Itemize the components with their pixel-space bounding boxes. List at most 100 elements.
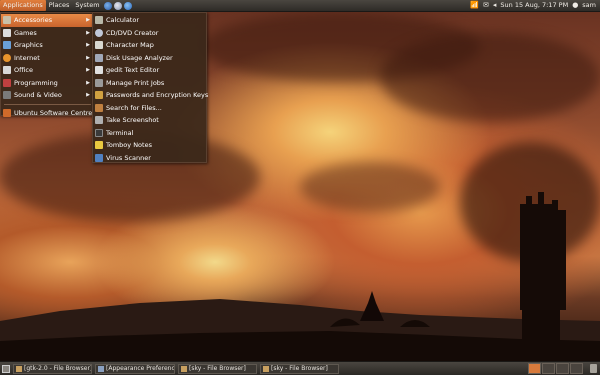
cd-dvd-creator-icon — [95, 28, 103, 37]
keys-icon — [95, 91, 103, 100]
menu-item-programming[interactable]: Programming ▶ — [1, 77, 94, 90]
folder-icon — [16, 365, 22, 372]
mountain-silhouette — [0, 281, 600, 361]
virus-scanner-icon — [95, 153, 103, 162]
screenshot-icon — [95, 116, 103, 125]
taskbar-button[interactable]: [sky - File Browser] — [178, 363, 257, 374]
workspace-1[interactable] — [528, 363, 541, 374]
menu-item-label: CD/DVD Creator — [106, 28, 159, 37]
submenu-arrow-icon: ▶ — [86, 29, 90, 36]
menu-item-character-map[interactable]: Character Map — [93, 39, 206, 52]
menu-separator — [4, 103, 91, 105]
top-panel: Applications Places System 📶 ✉ ◂ Sun 15 … — [0, 0, 600, 12]
menu-item-label: Accessories — [14, 16, 53, 25]
taskbar-button-label: [Appearance Preferenc...] — [106, 364, 175, 372]
menu-item-sound-video[interactable]: Sound & Video ▶ — [1, 89, 94, 102]
workspace-2[interactable] — [542, 363, 555, 374]
menu-item-virus-scanner[interactable]: Virus Scanner — [93, 152, 206, 165]
submenu-arrow-icon: ▶ — [86, 79, 90, 86]
preferences-icon — [98, 365, 104, 372]
taskbar-button-label: [sky - File Browser] — [271, 364, 328, 372]
system-menu-button[interactable]: System — [72, 0, 102, 11]
software-centre-icon — [3, 108, 11, 117]
menu-item-label: Passwords and Encryption Keys — [106, 91, 209, 100]
menu-item-accessories[interactable]: Accessories ▶ — [1, 14, 94, 27]
applications-menu-button[interactable]: Applications — [0, 0, 46, 11]
terminal-icon — [95, 128, 103, 137]
menu-item-internet[interactable]: Internet ▶ — [1, 52, 94, 65]
menu-item-search-files[interactable]: Search for Files... — [93, 102, 206, 115]
menu-item-calculator[interactable]: Calculator — [93, 14, 206, 27]
menu-item-label: Virus Scanner — [106, 153, 151, 162]
submenu-arrow-icon: ▶ — [86, 54, 90, 61]
submenu-arrow-icon: ▶ — [86, 42, 90, 49]
menu-item-label: Tomboy Notes — [106, 141, 152, 150]
submenu-arrow-icon: ▶ — [86, 17, 90, 24]
tomboy-icon — [95, 141, 103, 150]
search-icon — [95, 103, 103, 112]
menu-item-label: Games — [14, 28, 37, 37]
games-icon — [3, 28, 11, 37]
menu-item-terminal[interactable]: Terminal — [93, 127, 206, 140]
calculator-icon — [95, 16, 103, 25]
user-name[interactable]: sam — [582, 0, 596, 11]
menu-item-games[interactable]: Games ▶ — [1, 27, 94, 40]
menu-item-label: Manage Print Jobs — [106, 78, 165, 87]
menu-item-label: Internet — [14, 53, 40, 62]
help-icon[interactable] — [123, 1, 132, 10]
menu-item-office[interactable]: Office ▶ — [1, 64, 94, 77]
evolution-icon[interactable] — [113, 1, 122, 10]
workspace-switcher — [528, 363, 583, 374]
menu-item-label: Sound & Video — [14, 91, 62, 100]
programming-icon — [3, 78, 11, 87]
office-icon — [3, 66, 11, 75]
accessories-icon — [3, 16, 11, 25]
submenu-arrow-icon: ▶ — [86, 67, 90, 74]
menu-item-manage-print-jobs[interactable]: Manage Print Jobs — [93, 77, 206, 90]
taskbar-button[interactable]: [Appearance Preferenc...] — [95, 363, 175, 374]
menu-item-label: Character Map — [106, 41, 154, 50]
folder-icon — [181, 365, 187, 372]
graphics-icon — [3, 41, 11, 50]
network-icon[interactable]: 📶 — [470, 0, 479, 11]
text-editor-icon — [95, 66, 103, 75]
applications-menu: Accessories ▶ Games ▶ Graphics ▶ Interne… — [0, 12, 95, 117]
menu-item-label: Programming — [14, 78, 58, 87]
printer-icon — [95, 78, 103, 87]
firefox-icon[interactable] — [103, 1, 112, 10]
menu-item-cd-dvd-creator[interactable]: CD/DVD Creator — [93, 27, 206, 40]
taskbar-button-label: [gtk-2.0 - File Browser] — [24, 364, 92, 372]
workspace-4[interactable] — [570, 363, 583, 374]
menu-item-label: Search for Files... — [106, 103, 162, 112]
menu-item-label: Ubuntu Software Centre — [14, 108, 93, 117]
castle-tower — [520, 192, 566, 310]
menu-item-graphics[interactable]: Graphics ▶ — [1, 39, 94, 52]
menu-item-disk-usage-analyzer[interactable]: Disk Usage Analyzer — [93, 52, 206, 65]
menu-item-take-screenshot[interactable]: Take Screenshot — [93, 114, 206, 127]
menu-item-gedit[interactable]: gedit Text Editor — [93, 64, 206, 77]
menu-item-tomboy-notes[interactable]: Tomboy Notes — [93, 139, 206, 152]
taskbar-button[interactable]: [sky - File Browser] — [260, 363, 339, 374]
clock[interactable]: Sun 15 Aug, 7:17 PM — [500, 0, 568, 11]
folder-icon — [263, 365, 269, 372]
menu-item-passwords-keys[interactable]: Passwords and Encryption Keys — [93, 89, 209, 102]
menu-item-label: Graphics — [14, 41, 43, 50]
user-icon: ● — [572, 1, 579, 9]
workspace-3[interactable] — [556, 363, 569, 374]
menu-item-label: gedit Text Editor — [106, 66, 160, 75]
places-menu-button[interactable]: Places — [46, 0, 73, 11]
taskbar-button[interactable]: [gtk-2.0 - File Browser] — [13, 363, 92, 374]
menu-item-label: Terminal — [106, 128, 134, 137]
volume-icon[interactable]: ◂ — [493, 0, 497, 11]
submenu-arrow-icon: ▶ — [86, 92, 90, 99]
show-desktop-icon[interactable] — [2, 364, 10, 373]
taskbar-button-label: [sky - File Browser] — [189, 364, 246, 372]
menu-item-software-centre[interactable]: Ubuntu Software Centre — [1, 107, 94, 120]
menu-item-label: Office — [14, 66, 33, 75]
mail-icon[interactable]: ✉ — [483, 0, 489, 11]
sound-video-icon — [3, 91, 11, 100]
menu-item-label: Disk Usage Analyzer — [106, 53, 173, 62]
internet-icon — [3, 53, 11, 62]
character-map-icon — [95, 41, 103, 50]
trash-icon[interactable] — [590, 364, 597, 373]
